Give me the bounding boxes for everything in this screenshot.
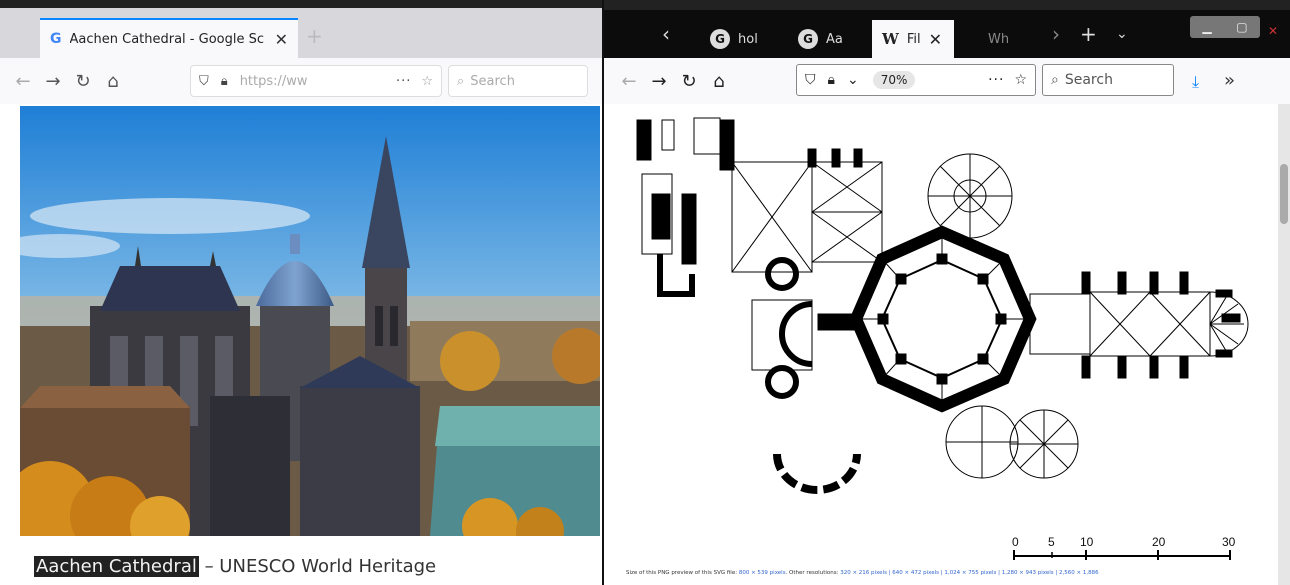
right-url-bar[interactable]: ⛉ 🔒︎ ⌄ 70% ··· ☆ <box>796 64 1036 96</box>
zoom-level-badge[interactable]: 70% <box>872 71 916 89</box>
window-controls: ▁ ▢ <box>1190 16 1260 38</box>
scrollbar-thumb[interactable] <box>1280 164 1288 224</box>
tab-label: hol <box>738 31 758 47</box>
other-resolutions-label: . Other resolutions: <box>785 570 841 576</box>
aachen-cathedral-photo[interactable] <box>20 106 600 536</box>
scale-tick-label: 20 <box>1152 535 1166 549</box>
left-tab-title: Aachen Cathedral - Google Sc <box>69 31 265 47</box>
wikipedia-w-icon: W <box>882 30 899 48</box>
cathedral-floor-plan[interactable] <box>632 114 1252 524</box>
close-icon[interactable]: ✕ <box>929 30 942 49</box>
left-search-field[interactable]: ⌕ Search <box>448 65 588 97</box>
scale-bar: 0 5 10 20 30 <box>1012 535 1236 560</box>
other-resolutions-links[interactable]: 320 × 216 pixels | 640 × 472 pixels | 1,… <box>840 570 1098 576</box>
left-browser-window: G Aachen Cathedral - Google Sc ✕ + ← → ↻… <box>0 8 602 585</box>
close-icon[interactable]: ✕ <box>275 30 288 49</box>
maximize-icon[interactable]: ▢ <box>1236 20 1247 34</box>
reload-icon[interactable]: ↻ <box>68 71 98 92</box>
page-actions-icon[interactable]: ··· <box>988 72 1004 88</box>
tab-google-2[interactable]: G Aa <box>788 20 853 58</box>
home-icon[interactable]: ⌂ <box>704 71 734 92</box>
right-nav-toolbar: ← → ↻ ⌂ ⛉ 🔒︎ ⌄ 70% ··· ☆ ⌕ Search ⤓ » <box>604 58 1290 104</box>
lock-icon[interactable]: 🔒︎ <box>221 74 228 89</box>
right-page-content: 0 5 10 20 30 Size of this PNG preview of… <box>604 104 1290 585</box>
tab-google-1[interactable]: G hol <box>700 20 768 58</box>
vertical-scrollbar[interactable] <box>1278 104 1290 585</box>
back-icon[interactable]: ← <box>8 71 38 92</box>
google-g-icon: G <box>798 29 818 49</box>
url-text[interactable]: https://ww <box>240 74 396 89</box>
lock-icon[interactable]: 🔒︎ <box>828 72 835 88</box>
tab-label: Wh <box>988 31 1010 47</box>
preview-size-prefix: Size of this PNG preview of this SVG fil… <box>626 570 739 576</box>
image-caption: Aachen Cathedral – UNESCO World Heritage <box>34 556 436 577</box>
shield-icon[interactable]: ⛉ <box>199 74 209 89</box>
google-g-icon: G <box>710 29 730 49</box>
left-page-content: Aachen Cathedral – UNESCO World Heritage <box>0 104 602 585</box>
screen: G Aachen Cathedral - Google Sc ✕ + ← → ↻… <box>0 0 1290 585</box>
search-placeholder: Search <box>470 73 515 89</box>
search-placeholder: Search <box>1064 72 1113 88</box>
scroll-tabs-left-icon[interactable]: ‹ <box>662 22 670 46</box>
search-icon: ⌕ <box>1051 72 1059 88</box>
home-icon[interactable]: ⌂ <box>98 71 128 92</box>
file-resolution-info: Size of this PNG preview of this SVG fil… <box>626 570 1099 576</box>
tab-label: Aa <box>826 31 843 47</box>
reload-icon[interactable]: ↻ <box>674 71 704 92</box>
forward-icon[interactable]: → <box>38 71 68 92</box>
scale-tick-label: 5 <box>1048 535 1055 549</box>
forward-icon[interactable]: → <box>644 71 674 92</box>
right-tab-bar: ‹ G hol G Aa W Fil ✕ Wh › + ⌄ ▁ ▢ ✕ <box>604 10 1290 58</box>
overflow-menu-icon[interactable]: » <box>1224 70 1235 91</box>
left-active-tab[interactable]: G Aachen Cathedral - Google Sc ✕ <box>40 18 298 58</box>
right-search-field[interactable]: ⌕ Search <box>1042 64 1174 96</box>
shield-icon[interactable]: ⛉ <box>805 72 816 88</box>
preview-size-link[interactable]: 800 × 539 pixels <box>739 570 786 576</box>
new-tab-icon[interactable]: + <box>306 24 323 48</box>
minimize-icon[interactable]: ▁ <box>1202 20 1211 34</box>
left-url-bar[interactable]: ⛉ 🔒︎ https://ww ··· ☆ <box>190 65 442 97</box>
tab-label: Fil <box>906 31 921 47</box>
back-icon[interactable]: ← <box>614 71 644 92</box>
left-nav-toolbar: ← → ↻ ⌂ ⛉ 🔒︎ https://ww ··· ☆ ⌕ Search <box>0 58 602 104</box>
google-g-icon: G <box>50 31 62 47</box>
scroll-tabs-right-icon[interactable]: › <box>1052 22 1060 46</box>
right-browser-window: ‹ G hol G Aa W Fil ✕ Wh › + ⌄ ▁ ▢ ✕ ← → … <box>604 10 1290 585</box>
scale-tick-label: 0 <box>1012 535 1019 549</box>
close-window-icon[interactable]: ✕ <box>1268 24 1278 38</box>
list-all-tabs-icon[interactable]: ⌄ <box>1116 26 1128 42</box>
tab-wikipedia-file[interactable]: W Fil ✕ <box>872 20 954 58</box>
caption-text: – UNESCO World Heritage <box>198 556 437 577</box>
caption-highlight[interactable]: Aachen Cathedral <box>34 556 199 577</box>
page-actions-icon[interactable]: ··· <box>396 74 411 89</box>
search-icon: ⌕ <box>457 73 465 89</box>
bookmark-star-icon[interactable]: ☆ <box>421 74 433 89</box>
download-icon[interactable]: ⤓ <box>1192 72 1199 92</box>
left-tab-bar: G Aachen Cathedral - Google Sc ✕ + <box>0 8 602 58</box>
scale-tick-label: 30 <box>1222 535 1236 549</box>
chevron-down-icon[interactable]: ⌄ <box>847 72 859 88</box>
bookmark-star-icon[interactable]: ☆ <box>1014 72 1027 88</box>
new-tab-icon[interactable]: + <box>1080 22 1097 46</box>
scale-tick-label: 10 <box>1080 535 1094 549</box>
tab-wh[interactable]: Wh <box>964 20 1019 58</box>
